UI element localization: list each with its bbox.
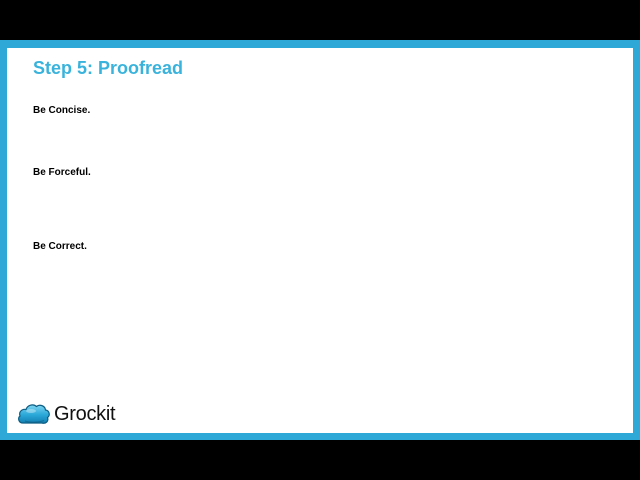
cloud-logo-icon [18, 404, 50, 424]
slide-frame: Step 5: Proofread Be Concise. Be Forcefu… [0, 40, 640, 440]
grockit-logo: Grockit [17, 400, 116, 428]
bullet-be-concise: Be Concise. [33, 105, 91, 116]
video-viewport: Step 5: Proofread Be Concise. Be Forcefu… [0, 0, 640, 480]
slide-title: Step 5: Proofread [33, 58, 184, 78]
bullet-be-correct: Be Correct. [33, 241, 87, 252]
slide: Step 5: Proofread Be Concise. Be Forcefu… [7, 48, 633, 433]
logo-wordmark: Grockit [54, 403, 116, 425]
bullet-be-forceful: Be Forceful. [33, 167, 91, 178]
